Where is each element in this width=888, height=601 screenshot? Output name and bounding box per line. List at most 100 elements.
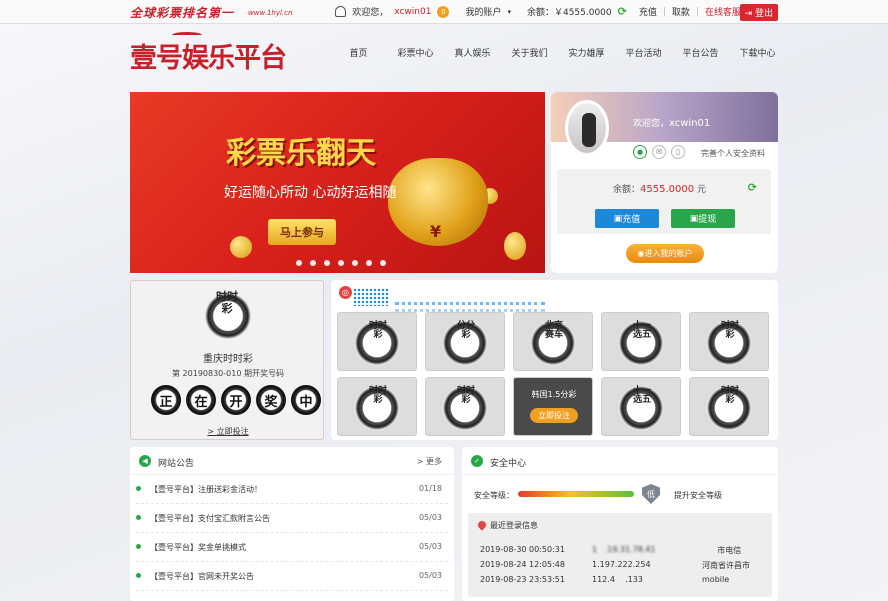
user-verified-icon[interactable]: ● xyxy=(633,145,647,159)
carousel-dot[interactable] xyxy=(310,260,316,266)
login-date: 2019-08-24 12:05:48 xyxy=(480,560,565,569)
chevron-down-icon: ▾ xyxy=(507,7,511,16)
promo-banner[interactable]: ¥ 彩票乐翻天 好运随心所动 心动好运相随 马上参与 xyxy=(130,92,545,273)
nav-downloads[interactable]: 下载中心 xyxy=(729,46,786,59)
security-header: ✓ 安全中心 xyxy=(462,447,778,475)
top-withdraw-link[interactable]: 取款 xyxy=(672,5,690,18)
hot-icon: ◎ xyxy=(339,286,352,299)
carousel-dot[interactable] xyxy=(338,260,344,266)
login-ip: 1 .19.31.78.41 xyxy=(592,545,656,554)
game-tile[interactable]: 时时彩 xyxy=(337,377,417,436)
nav-about-us[interactable]: 关于我们 xyxy=(501,46,558,59)
customer-service-link[interactable]: 在线客服 xyxy=(705,5,741,18)
notice-item-date: 05/03 xyxy=(418,542,442,551)
notice-panel: ◀ 网站公告 > 更多 【壹号平台】注册送彩金活动！ 01/18 【壹号平台】支付… xyxy=(130,447,454,601)
shield-icon: ✓ xyxy=(471,455,483,467)
wallet-icon: ▣ xyxy=(613,213,623,224)
game-tile[interactable]: 韩国1.5分彩 立即投注 xyxy=(513,377,593,436)
bullet-dot xyxy=(136,544,141,549)
deposit-label: 充值 xyxy=(622,215,641,225)
featured-bet-link[interactable]: > 立即投注 xyxy=(131,426,325,437)
security-panel: ✓ 安全中心 安全等级： 低 提升安全等级 最近登录信息 2019-08-30 … xyxy=(462,447,778,601)
bullet-dot xyxy=(136,573,141,578)
login-location: 河南省许昌市 xyxy=(702,561,750,570)
notice-item-date: 01/18 xyxy=(418,484,442,493)
phone-icon[interactable]: ▯ xyxy=(671,145,685,159)
logout-icon: ⇥ xyxy=(744,9,755,19)
game-tile-name: 十一选五 xyxy=(632,321,651,341)
game-tile[interactable]: 北京赛车 xyxy=(513,312,593,371)
game-tile-name: 时时彩 xyxy=(720,386,739,406)
nav-strength[interactable]: 实力雄厚 xyxy=(558,46,615,59)
games-grid: ◎ 时时彩 分分彩 北京赛车 十一选五 时时彩 时时彩 时时彩 韩国1.5分彩 立即投注 十一选五… xyxy=(331,280,778,440)
my-account-link[interactable]: 我的账户 xyxy=(465,5,501,18)
notice-item-text[interactable]: 【壹号平台】官网未开奖公告 xyxy=(150,571,254,582)
nav-lottery-center[interactable]: 彩票中心 xyxy=(387,46,444,59)
notice-item[interactable]: 【壹号平台】支付宝汇款附言公告 05/03 xyxy=(136,504,448,533)
game-tile[interactable]: 十一选五 xyxy=(601,377,681,436)
bullet-dot xyxy=(136,486,141,491)
notice-more-link[interactable]: > 更多 xyxy=(417,456,442,467)
game-tile[interactable]: 时时彩 xyxy=(689,312,769,371)
withdraw-button[interactable]: ▣ 提现 xyxy=(671,209,735,228)
banner-join-button[interactable]: 马上参与 xyxy=(268,219,336,245)
notice-item[interactable]: 【壹号平台】奖金单挑模式 05/03 xyxy=(136,533,448,562)
notice-item-text[interactable]: 【壹号平台】奖金单挑模式 xyxy=(150,542,246,553)
top-username[interactable]: xcwin01 xyxy=(394,7,431,17)
main-nav: 首页 彩票中心 真人娱乐 关于我们 实力雄厚 平台活动 平台公告 下载中心 xyxy=(330,46,786,59)
divider: | xyxy=(695,6,699,17)
deposit-button[interactable]: ▣ 充值 xyxy=(595,209,659,228)
login-location: mobile xyxy=(702,575,730,584)
slogan-url: www.1hyl.cn xyxy=(248,9,293,17)
carousel-dot[interactable] xyxy=(380,260,386,266)
nav-promotions[interactable]: 平台活动 xyxy=(615,46,672,59)
message-count-badge[interactable]: 0 xyxy=(437,5,450,18)
bullet-dot xyxy=(136,515,141,520)
carousel-dot[interactable] xyxy=(296,260,302,266)
carousel-dot[interactable] xyxy=(324,260,330,266)
refresh-balance-icon[interactable]: ⟳ xyxy=(618,5,627,18)
nav-announcements[interactable]: 平台公告 xyxy=(672,46,729,59)
balance-box: 余额：4555.0000 元 ⟳ ▣ 充值 ▣ 提现 xyxy=(557,169,771,234)
user-icon: ◉ xyxy=(637,249,645,258)
avatar[interactable] xyxy=(565,100,609,156)
security-level-bar xyxy=(518,491,634,497)
nav-home[interactable]: 首页 xyxy=(330,46,387,59)
draw-ball: 在 xyxy=(186,385,216,415)
game-tile[interactable]: 分分彩 xyxy=(425,312,505,371)
top-deposit-link[interactable]: 充值 xyxy=(639,5,657,18)
game-tile[interactable]: 十一选五 xyxy=(601,312,681,371)
game-tile[interactable]: 时时彩 xyxy=(425,377,505,436)
notice-item[interactable]: 【壹号平台】注册送彩金活动！ 01/18 xyxy=(136,475,448,504)
notice-item-text[interactable]: 【壹号平台】支付宝汇款附言公告 xyxy=(150,513,270,524)
brand-dot-logo xyxy=(353,288,389,306)
refresh-icon[interactable]: ⟳ xyxy=(748,181,757,194)
carousel-dot[interactable] xyxy=(366,260,372,266)
game-tile[interactable]: 时时彩 xyxy=(337,312,417,371)
site-logo[interactable]: 壹号娱乐平台 xyxy=(130,36,287,75)
game-tile[interactable]: 时时彩 xyxy=(689,377,769,436)
security-tip[interactable]: 完善个人安全资料 xyxy=(701,148,765,159)
panel-welcome-prefix: 欢迎您， xyxy=(633,119,670,129)
coin-decoration xyxy=(504,232,526,260)
game-bet-button[interactable]: 立即投注 xyxy=(530,408,578,423)
notice-item-text[interactable]: 【壹号平台】注册送彩金活动！ xyxy=(150,484,262,495)
game-tile-name: 时时彩 xyxy=(368,386,387,406)
brand-wordmark-decoration xyxy=(395,302,545,312)
top-balance: 余额：￥4555.0000 xyxy=(526,8,612,18)
notice-item[interactable]: 【壹号平台】官网未开奖公告 05/03 xyxy=(136,562,448,591)
logout-button[interactable]: ⇥ 登出 xyxy=(739,4,778,21)
withdraw-label: 提现 xyxy=(698,215,717,225)
cash-icon: ▣ xyxy=(689,213,699,224)
upgrade-security-link[interactable]: 提升安全等级 xyxy=(674,490,722,501)
carousel-dot[interactable] xyxy=(352,260,358,266)
security-title: 安全中心 xyxy=(490,459,527,469)
nav-live-casino[interactable]: 真人娱乐 xyxy=(444,46,501,59)
game-tile-name: 十一选五 xyxy=(632,386,651,406)
user-panel: 欢迎您，xcwin01 ● ✉ ▯ 完善个人安全资料 余额：4555.0000 … xyxy=(551,92,778,273)
security-level-shield: 低 xyxy=(642,484,660,504)
my-account-button[interactable]: ◉ 进入我的账户 xyxy=(626,244,704,263)
security-level-label: 安全等级： xyxy=(474,491,514,500)
email-icon[interactable]: ✉ xyxy=(652,145,666,159)
game-tile-name: 分分彩 xyxy=(456,321,475,341)
